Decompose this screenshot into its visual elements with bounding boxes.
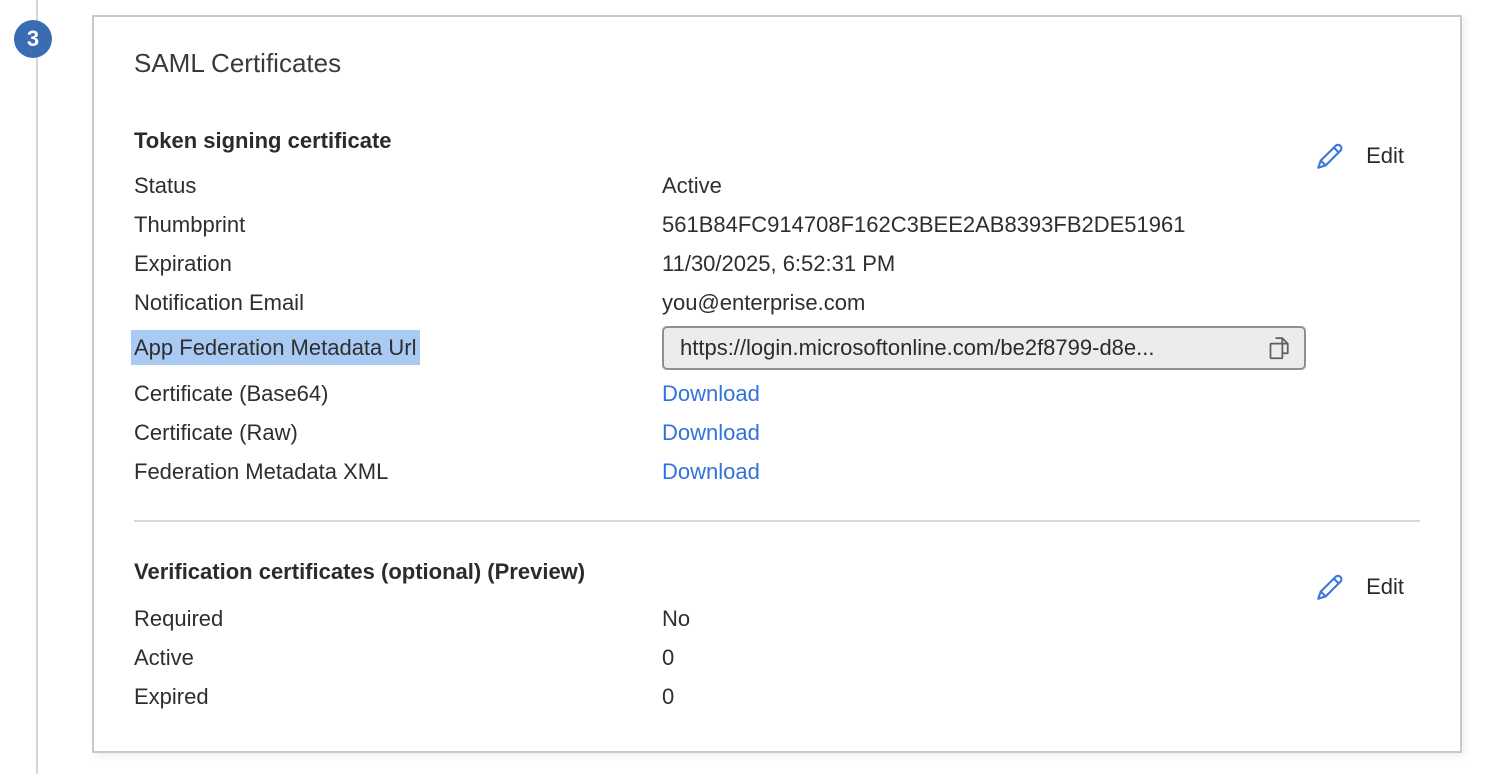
- notification-email-label: Notification Email: [134, 290, 662, 316]
- table-row-required: Required No: [134, 599, 1420, 638]
- required-value: No: [662, 606, 690, 632]
- expired-count-label: Expired: [134, 684, 662, 710]
- thumbprint-value: 561B84FC914708F162C3BEE2AB8393FB2DE51961: [662, 212, 1186, 238]
- expiration-value: 11/30/2025, 6:52:31 PM: [662, 251, 895, 277]
- token-signing-heading: Token signing certificate: [134, 128, 1420, 154]
- section-divider: [134, 520, 1420, 522]
- verification-section-header: Verification certificates (optional) (Pr…: [134, 559, 1420, 585]
- verification-rows: Required No Active 0 Expired 0: [134, 599, 1420, 716]
- certificate-base64-label: Certificate (Base64): [134, 381, 662, 407]
- table-row-federation-metadata-xml: Federation Metadata XML Download: [134, 452, 1420, 491]
- pencil-icon: [1313, 571, 1347, 603]
- selected-text-highlight: App Federation Metadata Url: [131, 330, 420, 365]
- step-rail: [36, 0, 38, 774]
- edit-button-label: Edit: [1366, 574, 1404, 600]
- table-row-status: Status Active: [134, 166, 1420, 205]
- table-row-thumbprint: Thumbprint 561B84FC914708F162C3BEE2AB839…: [134, 205, 1420, 244]
- saml-certificates-card: SAML Certificates Token signing certific…: [92, 15, 1462, 753]
- table-row-notification-email: Notification Email you@enterprise.com: [134, 283, 1420, 322]
- federation-metadata-xml-label: Federation Metadata XML: [134, 459, 662, 485]
- table-row-expired-count: Expired 0: [134, 677, 1420, 716]
- status-value: Active: [662, 173, 722, 199]
- verification-certificates-heading: Verification certificates (optional) (Pr…: [134, 559, 1420, 585]
- app-federation-metadata-url-input[interactable]: https://login.microsoftonline.com/be2f87…: [662, 326, 1306, 370]
- edit-token-signing-button[interactable]: Edit: [1313, 140, 1404, 172]
- table-row-active-count: Active 0: [134, 638, 1420, 677]
- notification-email-value: you@enterprise.com: [662, 290, 865, 316]
- active-count-value: 0: [662, 645, 674, 671]
- required-label: Required: [134, 606, 662, 632]
- active-count-label: Active: [134, 645, 662, 671]
- certificate-raw-label: Certificate (Raw): [134, 420, 662, 446]
- table-row-app-federation-metadata-url: App Federation Metadata Url https://logi…: [134, 322, 1420, 374]
- table-row-certificate-base64: Certificate (Base64) Download: [134, 374, 1420, 413]
- edit-verification-certificates-button[interactable]: Edit: [1313, 571, 1404, 603]
- expired-count-value: 0: [662, 684, 674, 710]
- step-number-badge: 3: [14, 20, 52, 58]
- token-signing-section-header: Token signing certificate Edit: [134, 128, 1420, 154]
- download-certificate-base64-link[interactable]: Download: [662, 381, 760, 407]
- app-federation-metadata-url-label: App Federation Metadata Url: [134, 335, 662, 361]
- step-number: 3: [27, 26, 39, 52]
- app-federation-metadata-url-value: https://login.microsoftonline.com/be2f87…: [680, 335, 1264, 361]
- copy-url-button[interactable]: [1264, 332, 1294, 364]
- status-label: Status: [134, 173, 662, 199]
- expiration-label: Expiration: [134, 251, 662, 277]
- table-row-certificate-raw: Certificate (Raw) Download: [134, 413, 1420, 452]
- edit-button-label: Edit: [1366, 143, 1404, 169]
- download-certificate-raw-link[interactable]: Download: [662, 420, 760, 446]
- token-signing-rows: Status Active Thumbprint 561B84FC914708F…: [134, 166, 1420, 491]
- download-federation-metadata-xml-link[interactable]: Download: [662, 459, 760, 485]
- thumbprint-label: Thumbprint: [134, 212, 662, 238]
- pencil-icon: [1313, 140, 1347, 172]
- card-title: SAML Certificates: [134, 49, 1420, 77]
- table-row-expiration: Expiration 11/30/2025, 6:52:31 PM: [134, 244, 1420, 283]
- copy-icon: [1265, 333, 1293, 363]
